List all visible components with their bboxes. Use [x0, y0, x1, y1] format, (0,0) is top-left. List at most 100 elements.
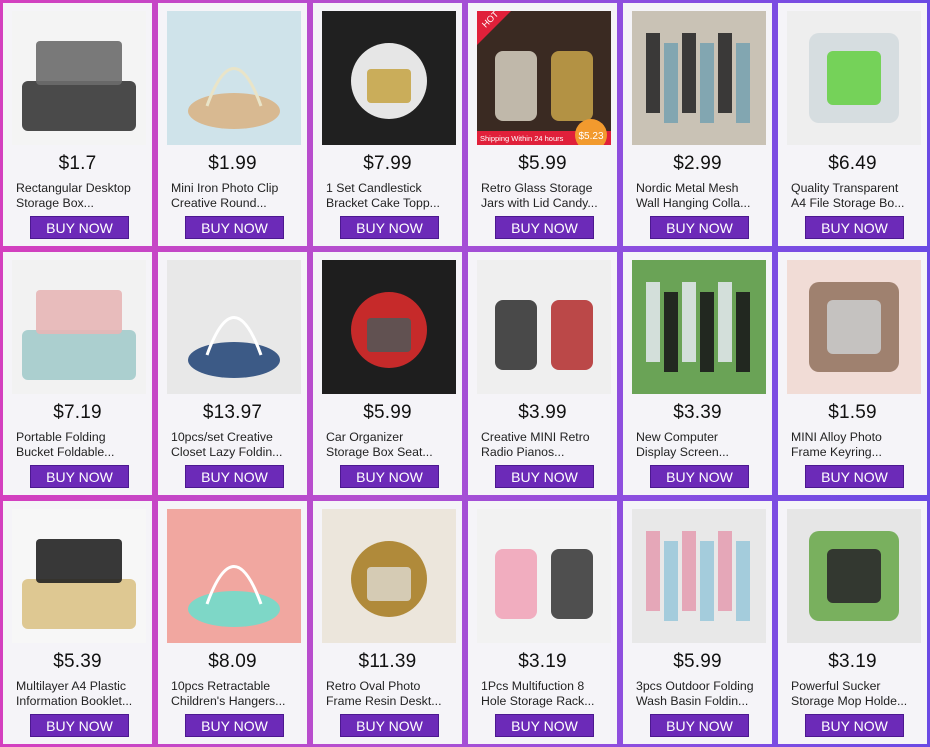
product-image[interactable]	[477, 260, 611, 394]
product-title-line-1: 1 Set Candlestick	[326, 181, 422, 195]
product-title-line-1: Car Organizer	[326, 430, 404, 444]
product-image[interactable]	[12, 260, 146, 394]
product-title[interactable]: Retro Glass Storage Jars with Lid Candy..…	[481, 181, 609, 211]
product-image[interactable]	[477, 509, 611, 643]
product-image[interactable]	[322, 11, 456, 145]
product-title-line-2: Children's Hangers...	[171, 694, 286, 708]
product-price: $5.99	[673, 651, 722, 672]
product-title-line-2: Bracket Cake Topp...	[326, 196, 440, 210]
product-title[interactable]: 10pcs/set Creative Closet Lazy Foldin...	[171, 430, 299, 460]
product-card[interactable]: $3.99 Creative MINI Retro Radio Pianos... B…	[468, 252, 617, 495]
buy-now-button[interactable]: BUY NOW	[805, 216, 904, 239]
product-title[interactable]: 1 Set Candlestick Bracket Cake Topp...	[326, 181, 454, 211]
product-title-line-2: Frame Keyring...	[791, 445, 882, 459]
product-title[interactable]: Powerful Sucker Storage Mop Holde...	[791, 679, 919, 709]
product-title-line-2: Creative Round...	[171, 196, 267, 210]
mop-holder-image	[787, 509, 921, 643]
product-card[interactable]: $5.99 Car Organizer Storage Box Seat... BUY…	[313, 252, 462, 495]
product-title[interactable]: 10pcs Retractable Children's Hangers...	[171, 679, 299, 709]
product-image[interactable]	[167, 11, 301, 145]
product-title[interactable]: Creative MINI Retro Radio Pianos...	[481, 430, 609, 460]
buy-now-button[interactable]: BUY NOW	[495, 714, 594, 737]
product-image[interactable]	[632, 260, 766, 394]
product-card[interactable]: $5.99 3pcs Outdoor Folding Wash Basin Fold…	[623, 501, 772, 744]
product-title[interactable]: 3pcs Outdoor Folding Wash Basin Foldin...	[636, 679, 764, 709]
buy-now-button[interactable]: BUY NOW	[185, 216, 284, 239]
product-card[interactable]: $1.99 Mini Iron Photo Clip Creative Round.…	[158, 3, 307, 246]
buy-now-button[interactable]: BUY NOW	[340, 465, 439, 488]
product-title[interactable]: Portable Folding Bucket Foldable...	[16, 430, 144, 460]
product-card[interactable]: $2.99 Nordic Metal Mesh Wall Hanging Colla…	[623, 3, 772, 246]
product-title[interactable]: Rectangular Desktop Storage Box...	[16, 181, 144, 211]
buy-now-button[interactable]: BUY NOW	[340, 216, 439, 239]
product-image[interactable]	[322, 260, 456, 394]
buy-now-button[interactable]: BUY NOW	[805, 714, 904, 737]
product-image[interactable]	[787, 11, 921, 145]
product-price: $5.39	[53, 651, 102, 672]
product-card[interactable]: $3.19 Powerful Sucker Storage Mop Holde...…	[778, 501, 927, 744]
product-card[interactable]: $8.09 10pcs Retractable Children's Hangers…	[158, 501, 307, 744]
product-title-line-2: Closet Lazy Foldin...	[171, 445, 283, 459]
folding-wash-basin-image	[632, 509, 766, 643]
product-image[interactable]	[12, 11, 146, 145]
product-image[interactable]	[632, 11, 766, 145]
product-image[interactable]	[632, 509, 766, 643]
product-card[interactable]: $1.7 Rectangular Desktop Storage Box... BUY…	[3, 3, 152, 246]
product-title[interactable]: Retro Oval Photo Frame Resin Deskt...	[326, 679, 454, 709]
product-card[interactable]: $7.19 Portable Folding Bucket Foldable... B…	[3, 252, 152, 495]
buy-now-button[interactable]: BUY NOW	[805, 465, 904, 488]
product-title[interactable]: New Computer Display Screen...	[636, 430, 764, 460]
product-card[interactable]: $11.39 Retro Oval Photo Frame Resin Deskt.…	[313, 501, 462, 744]
product-image[interactable]	[12, 509, 146, 643]
buy-now-button[interactable]: BUY NOW	[185, 714, 284, 737]
buy-now-button[interactable]: BUY NOW	[495, 216, 594, 239]
product-price: $8.09	[208, 651, 257, 672]
candlestick-cake-topper-image	[322, 11, 456, 145]
product-title-line-1: Mini Iron Photo Clip	[171, 181, 279, 195]
buy-now-button[interactable]: BUY NOW	[650, 714, 749, 737]
product-card[interactable]: $1.59 MINI Alloy Photo Frame Keyring... BUY…	[778, 252, 927, 495]
product-title[interactable]: 1Pcs Multifuction 8 Hole Storage Rack...	[481, 679, 609, 709]
product-title-line-1: Rectangular Desktop	[16, 181, 131, 195]
product-title[interactable]: MINI Alloy Photo Frame Keyring...	[791, 430, 919, 460]
car-organizer-image	[322, 260, 456, 394]
product-card[interactable]: $6.49 Quality Transparent A4 File Storage …	[778, 3, 927, 246]
product-card[interactable]: $5.39 Multilayer A4 Plastic Information Bo…	[3, 501, 152, 744]
buy-now-button[interactable]: BUY NOW	[30, 714, 129, 737]
product-title-line-2: Information Booklet...	[16, 694, 133, 708]
product-image[interactable]	[167, 509, 301, 643]
product-title[interactable]: Quality Transparent A4 File Storage Bo...	[791, 181, 919, 211]
product-image[interactable]	[167, 260, 301, 394]
product-title-line-1: Nordic Metal Mesh	[636, 181, 739, 195]
buy-now-button[interactable]: BUY NOW	[185, 465, 284, 488]
product-image[interactable]	[787, 509, 921, 643]
product-price: $5.99	[363, 402, 412, 423]
product-title[interactable]: Multilayer A4 Plastic Information Booklet…	[16, 679, 144, 709]
product-title[interactable]: Nordic Metal Mesh Wall Hanging Colla...	[636, 181, 764, 211]
product-card[interactable]: $13.97 10pcs/set Creative Closet Lazy Fold…	[158, 252, 307, 495]
product-title-line-1: Multilayer A4 Plastic	[16, 679, 127, 693]
product-image[interactable]	[787, 260, 921, 394]
buy-now-button[interactable]: BUY NOW	[340, 714, 439, 737]
product-image[interactable]: HOT Shipping Within 24 hours $5.23	[477, 11, 611, 145]
buy-now-button[interactable]: BUY NOW	[650, 216, 749, 239]
product-price: $7.19	[53, 402, 102, 423]
product-title[interactable]: Car Organizer Storage Box Seat...	[326, 430, 454, 460]
screen-phone-holder-image	[632, 260, 766, 394]
product-card[interactable]: HOT Shipping Within 24 hours $5.23 $5.99 Ret…	[468, 3, 617, 246]
buy-now-button[interactable]: BUY NOW	[650, 465, 749, 488]
product-price: $2.99	[673, 153, 722, 174]
product-card[interactable]: $3.19 1Pcs Multifuction 8 Hole Storage Rac…	[468, 501, 617, 744]
shipping-banner: Shipping Within 24 hours	[480, 134, 564, 143]
closet-organizer-image	[167, 260, 301, 394]
product-card[interactable]: $7.99 1 Set Candlestick Bracket Cake Topp.…	[313, 3, 462, 246]
buy-now-button[interactable]: BUY NOW	[30, 216, 129, 239]
buy-now-button[interactable]: BUY NOW	[495, 465, 594, 488]
product-title-line-1: 1Pcs Multifuction 8	[481, 679, 585, 693]
product-image[interactable]	[322, 509, 456, 643]
discount-price-badge: $5.23	[578, 131, 603, 142]
product-title[interactable]: Mini Iron Photo Clip Creative Round...	[171, 181, 299, 211]
buy-now-button[interactable]: BUY NOW	[30, 465, 129, 488]
product-price: $3.99	[518, 402, 567, 423]
product-card[interactable]: $3.39 New Computer Display Screen... BUY NO…	[623, 252, 772, 495]
